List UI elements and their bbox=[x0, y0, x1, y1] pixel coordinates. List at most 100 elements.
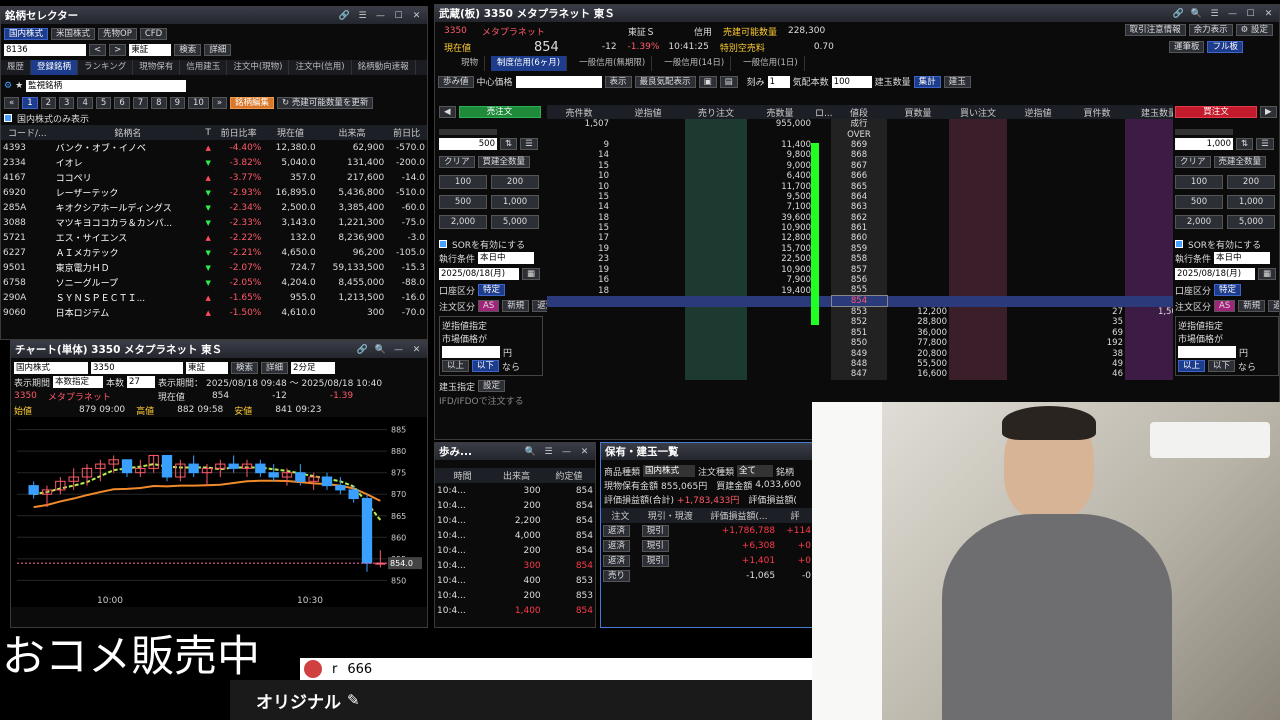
kind-select[interactable]: 国内株式 bbox=[643, 465, 696, 477]
board-tab-seido[interactable]: 制度信用(6ヶ月) bbox=[491, 56, 568, 71]
holding-row[interactable]: 売り -1,065 -0 bbox=[601, 568, 813, 583]
holding-cell[interactable]: 返済 bbox=[601, 523, 640, 538]
layout2-icon[interactable]: ▤ bbox=[719, 75, 738, 88]
minimize-icon[interactable]: — bbox=[1226, 9, 1239, 19]
holding-cell[interactable]: 現引 bbox=[640, 538, 701, 553]
book-row-ask[interactable]: 1,507 955,000 成行 bbox=[547, 119, 1173, 130]
book-row-ask[interactable]: 14 7,100 863 bbox=[547, 202, 1173, 213]
search-button[interactable]: 検索 bbox=[174, 44, 202, 56]
book-row-ask[interactable]: 10 11,700 865 bbox=[547, 181, 1173, 192]
chart-code-input[interactable]: 3350 bbox=[91, 362, 183, 374]
table-row[interactable]: 4393 バンク・オブ・イノベ ▲ -4.40% 12,380.0 62,900 -570.… bbox=[1, 140, 427, 155]
qty-button-r-0[interactable]: 100 bbox=[1175, 175, 1223, 189]
page-4[interactable]: 4 bbox=[77, 97, 93, 109]
page-5[interactable]: 5 bbox=[95, 97, 112, 109]
cond-select[interactable]: 本日中 bbox=[478, 252, 535, 264]
book-row-ask[interactable]: OVER bbox=[547, 129, 1173, 140]
list-select[interactable]: 監視銘柄 bbox=[26, 80, 187, 92]
board-tab-ippan-14[interactable]: 一般信用(14日) bbox=[658, 56, 732, 71]
book-row-bid[interactable]: 847 16,600 46 bbox=[547, 369, 1173, 380]
buy-cond-select[interactable]: 本日中 bbox=[1214, 252, 1271, 264]
qty-button-r-4[interactable]: 2,000 bbox=[1175, 215, 1223, 229]
page-10[interactable]: 10 bbox=[188, 97, 209, 109]
buy-qty-input[interactable]: 1,000 bbox=[1175, 138, 1233, 150]
book-row-ask[interactable]: 10 6,400 866 bbox=[547, 170, 1173, 182]
chushin-input[interactable] bbox=[515, 75, 602, 88]
book-row-ask[interactable]: 18 19,400 855 bbox=[547, 285, 1173, 296]
buy-calendar-icon[interactable]: ▦ bbox=[1258, 268, 1277, 280]
book-row-ask[interactable]: 15 9,500 864 bbox=[547, 191, 1173, 203]
full-board-button[interactable]: フル板 bbox=[1207, 41, 1243, 53]
table-row[interactable]: 3088 マツキヨココカラ＆カンパ... ▼ -2.33% 3,143.0 1,221,3… bbox=[1, 215, 427, 230]
holding-cell[interactable]: 現引 bbox=[640, 553, 701, 568]
close-icon[interactable]: ✕ bbox=[410, 11, 423, 21]
sell-left-icon[interactable]: ◀ bbox=[439, 106, 456, 118]
interval-select[interactable]: 2分足 bbox=[291, 362, 336, 374]
table-row[interactable]: 4167 ココペリ ▲ -3.77% 357.0 217,600 -14.0 bbox=[1, 170, 427, 185]
as-button[interactable]: AS bbox=[478, 300, 500, 312]
page-3[interactable]: 3 bbox=[59, 97, 75, 109]
exchange-select[interactable]: 東証 bbox=[129, 44, 172, 56]
kizami-select[interactable]: 1 bbox=[767, 75, 790, 88]
search-icon[interactable]: 🔍 bbox=[374, 345, 387, 355]
link-icon[interactable]: 🔗 bbox=[338, 11, 351, 21]
book-row-ask[interactable]: 16 7,900 856 bbox=[547, 274, 1173, 286]
date-select[interactable]: 2025/08/18(月) bbox=[439, 268, 519, 280]
domestic-only-checkbox[interactable] bbox=[4, 114, 12, 122]
buy-qty-spin[interactable]: ⇅ bbox=[1236, 138, 1254, 150]
table-row[interactable]: 5721 エス・サイエンス ▲ -2.22% 132.0 8,236,900 -3.0 bbox=[1, 230, 427, 245]
close-icon[interactable]: ✕ bbox=[410, 345, 423, 355]
genbiki-button[interactable]: 現引 bbox=[641, 539, 669, 552]
acct-toku[interactable]: 特定 bbox=[478, 284, 506, 296]
all-qty-button[interactable]: 買建全数量 bbox=[477, 156, 531, 168]
qty-button-l-0[interactable]: 100 bbox=[439, 175, 487, 189]
buy-all-qty-button[interactable]: 売建全数量 bbox=[1213, 156, 1267, 168]
book-row-ask[interactable]: 19 10,900 857 bbox=[547, 264, 1173, 275]
book-row-bid[interactable]: 852 28,800 35 bbox=[547, 317, 1173, 328]
book-row-bid[interactable]: 850 77,800 192 bbox=[547, 338, 1173, 349]
subtab-orders-margin[interactable]: 注文中(信用) bbox=[289, 60, 352, 75]
sell-qty-input[interactable]: 500 bbox=[439, 138, 497, 150]
buy-acct-toku[interactable]: 特定 bbox=[1214, 284, 1242, 296]
board-tab-ippan-1[interactable]: 一般信用(1日) bbox=[737, 56, 805, 71]
best-button[interactable]: 最良気配表示 bbox=[634, 75, 696, 88]
qty-button-l-3[interactable]: 1,000 bbox=[491, 195, 539, 209]
detail-button[interactable]: 詳細 bbox=[204, 44, 232, 56]
hensai-button[interactable]: 返済 bbox=[603, 524, 631, 537]
board-tab-ippan-inf[interactable]: 一般信用(無期限) bbox=[573, 56, 653, 71]
subtab-orders-cash[interactable]: 注文中(現物) bbox=[227, 60, 290, 75]
link-icon[interactable]: 🔗 bbox=[356, 345, 369, 355]
col-name[interactable]: 銘柄名 bbox=[53, 125, 203, 140]
code-input[interactable]: 8136 bbox=[4, 44, 86, 56]
ijo-button[interactable]: 以上 bbox=[442, 360, 470, 372]
sor-checkbox[interactable] bbox=[439, 240, 447, 248]
page-1[interactable]: 1 bbox=[22, 97, 38, 109]
menu-icon[interactable]: ☰ bbox=[542, 447, 555, 457]
book-row-ask[interactable]: 17 12,800 860 bbox=[547, 233, 1173, 244]
subtab-holdings[interactable]: 現物保有 bbox=[133, 60, 181, 75]
ordtype-select[interactable]: 全て bbox=[737, 465, 774, 477]
col-volume[interactable]: 出来高 bbox=[317, 125, 387, 140]
close-icon[interactable]: ✕ bbox=[1262, 9, 1275, 19]
buy-ika-button[interactable]: 以下 bbox=[1208, 360, 1236, 372]
table-row[interactable]: 2334 イオレ ▼ -3.82% 5,040.0 131,400 -200.0 bbox=[1, 155, 427, 170]
table-row[interactable]: 9501 東京電力ＨＤ ▼ -2.07% 724.7 59,133,500 -15.3 bbox=[1, 260, 427, 275]
board-tab-cash[interactable]: 現物 bbox=[455, 56, 486, 71]
qty-button-r-2[interactable]: 500 bbox=[1175, 195, 1223, 209]
chart-search[interactable]: 検索 bbox=[231, 362, 259, 374]
holding-cell[interactable]: 返済 bbox=[601, 553, 640, 568]
next-button[interactable]: > bbox=[109, 44, 127, 56]
search-icon[interactable]: 🔍 bbox=[524, 447, 537, 457]
buy-order-button[interactable]: 買注文 bbox=[1175, 106, 1257, 118]
genbiki-button[interactable]: 現引 bbox=[641, 554, 669, 567]
table-row[interactable]: 6920 レーザーテック ▼ -2.93% 16,895.0 5,436,800 -510.… bbox=[1, 185, 427, 200]
book-row-ask[interactable]: 23 22,500 858 bbox=[547, 254, 1173, 265]
qty-button-l-2[interactable]: 500 bbox=[439, 195, 487, 209]
tab-domestic[interactable]: 国内株式 bbox=[4, 28, 49, 40]
buy-date-select[interactable]: 2025/08/18(月) bbox=[1175, 268, 1255, 280]
layout1-icon[interactable]: ▣ bbox=[698, 75, 717, 88]
col-change[interactable]: 前日比 bbox=[386, 125, 427, 140]
holding-row[interactable]: 返済 現引 +6,308 +0 bbox=[601, 538, 813, 553]
table-row[interactable]: 6758 ソニーグループ ▼ -2.05% 4,204.0 8,455,000 -88.0 bbox=[1, 275, 427, 290]
caution-button[interactable]: 取引注意情報 bbox=[1124, 24, 1186, 36]
